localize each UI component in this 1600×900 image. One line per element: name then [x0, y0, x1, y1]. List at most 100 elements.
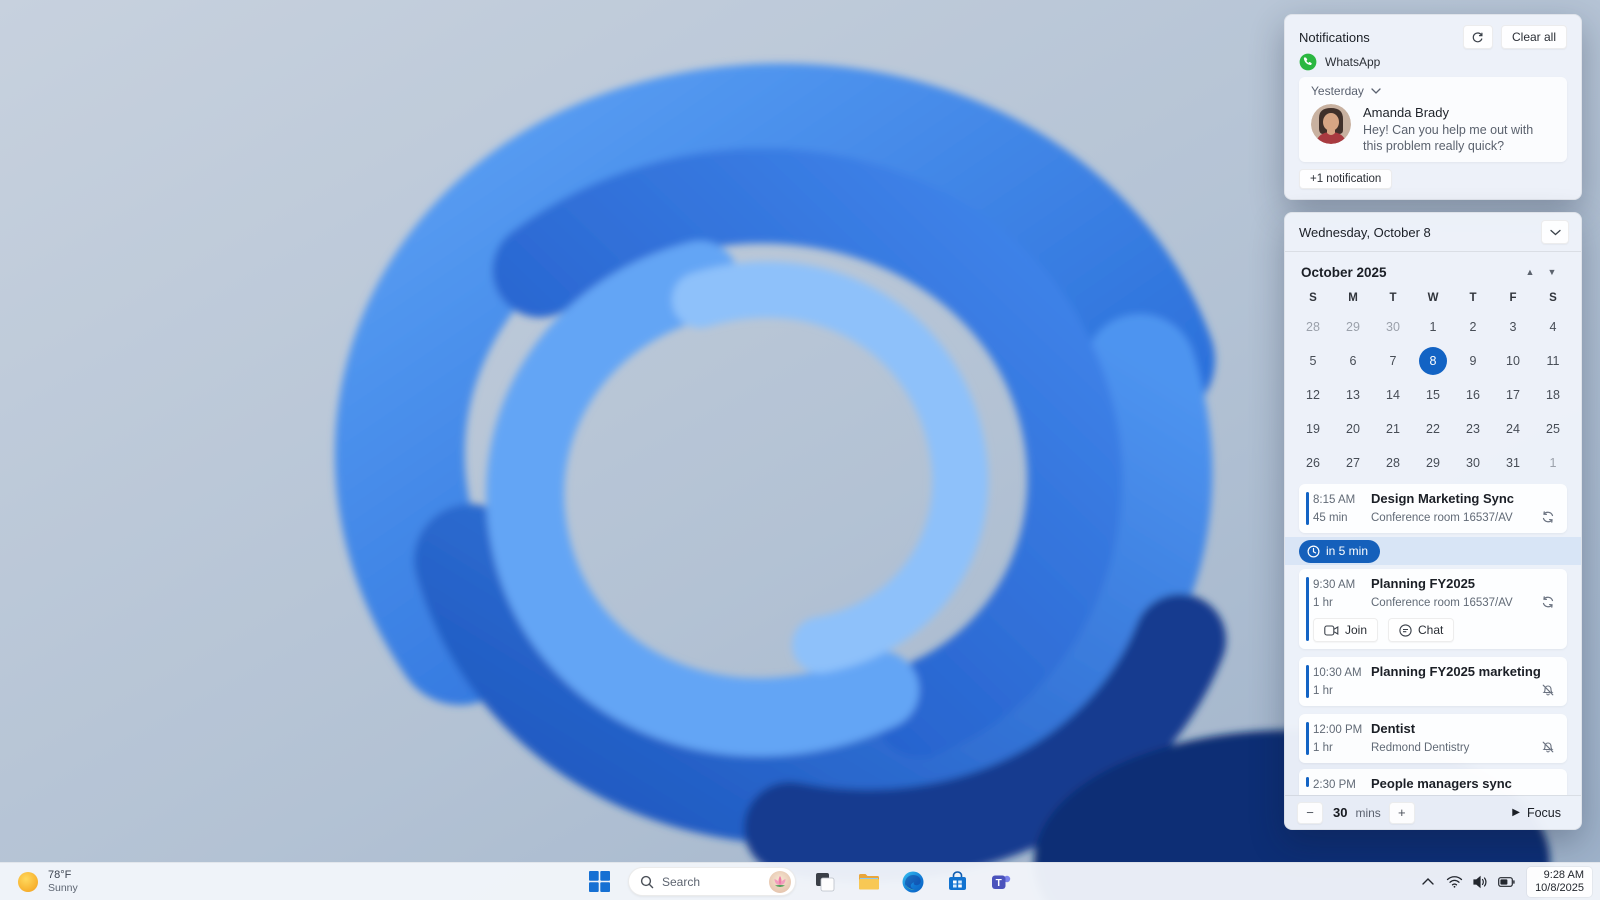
- search-placeholder: Search: [662, 874, 701, 889]
- notifications-header: Notifications Clear all: [1299, 25, 1567, 49]
- calendar-day[interactable]: 15: [1419, 381, 1447, 409]
- event-duration: 1 hr: [1313, 597, 1333, 609]
- video-camera-icon: [1324, 624, 1339, 636]
- task-view-button[interactable]: [810, 867, 840, 897]
- calendar-day[interactable]: 2: [1459, 313, 1487, 341]
- more-notifications-button[interactable]: +1 notification: [1299, 169, 1393, 189]
- calendar-day[interactable]: 18: [1539, 381, 1567, 409]
- calendar-day[interactable]: 28: [1299, 313, 1327, 341]
- calendar-day[interactable]: 1: [1419, 313, 1447, 341]
- event-card[interactable]: 12:00 PM Dentist 1 hr Redmond Dentistry: [1299, 714, 1567, 763]
- event-location: Conference room 16537/AV: [1371, 597, 1513, 609]
- event-location: Conference room 16537/AV: [1371, 512, 1513, 524]
- event-duration: 45 min: [1313, 512, 1348, 524]
- windows-logo-icon: [588, 871, 610, 892]
- file-explorer-button[interactable]: [854, 867, 884, 897]
- search-highlight-icon[interactable]: [768, 870, 792, 894]
- event-card[interactable]: 9:30 AM Planning FY2025 1 hr Conference …: [1299, 569, 1567, 649]
- store-button[interactable]: [942, 867, 972, 897]
- event-title: Planning FY2025: [1371, 576, 1476, 591]
- start-focus-button[interactable]: ▶ Focus: [1504, 803, 1569, 823]
- calendar-day[interactable]: 3: [1499, 313, 1527, 341]
- chat-button[interactable]: Chat: [1388, 618, 1455, 642]
- volume-icon[interactable]: [1469, 867, 1491, 897]
- calendar-day[interactable]: 28: [1379, 449, 1407, 477]
- event-time: 2:30 PM: [1313, 779, 1356, 791]
- search-box[interactable]: Search: [628, 867, 796, 896]
- calendar-day[interactable]: 22: [1419, 415, 1447, 443]
- scroll-up-icon[interactable]: ▲: [1519, 267, 1541, 277]
- calendar-day[interactable]: 17: [1499, 381, 1527, 409]
- event-accent-bar: [1306, 577, 1309, 641]
- teams-icon: T: [992, 875, 1011, 889]
- focus-duration-value: 30: [1333, 805, 1348, 820]
- calendar-day[interactable]: 30: [1459, 449, 1487, 477]
- calendar-day[interactable]: 26: [1299, 449, 1327, 477]
- calendar-day[interactable]: 29: [1339, 313, 1367, 341]
- weather-temperature: 78°F: [48, 869, 72, 881]
- calendar-day[interactable]: 29: [1419, 449, 1447, 477]
- event-card[interactable]: 2:30 PM People managers sync: [1299, 769, 1567, 795]
- calendar-date-header: Wednesday, October 8: [1299, 224, 1431, 240]
- calendar-day[interactable]: 12: [1299, 381, 1327, 409]
- calendar-day[interactable]: 9: [1459, 347, 1487, 375]
- battery-icon[interactable]: [1495, 867, 1517, 897]
- chevron-down-icon[interactable]: [1371, 88, 1381, 95]
- scroll-down-icon[interactable]: ▼: [1541, 267, 1563, 277]
- notification-card[interactable]: Yesterday Amanda Brady Hey! Can you help…: [1299, 77, 1567, 163]
- calendar-day[interactable]: 21: [1379, 415, 1407, 443]
- clear-all-button[interactable]: Clear all: [1500, 25, 1567, 49]
- calendar-day[interactable]: 7: [1379, 347, 1407, 375]
- start-button[interactable]: [584, 867, 614, 897]
- calendar-day-selected[interactable]: 8: [1419, 347, 1447, 375]
- collapse-calendar-button[interactable]: [1541, 220, 1569, 244]
- notification-app-group[interactable]: WhatsApp: [1299, 51, 1567, 72]
- wifi-icon[interactable]: [1443, 867, 1465, 897]
- event-card[interactable]: 8:15 AM Design Marketing Sync 45 min Con…: [1299, 484, 1567, 533]
- decrease-duration-button[interactable]: −: [1297, 801, 1323, 824]
- calendar-day[interactable]: 24: [1499, 415, 1527, 443]
- task-view-icon: [816, 872, 835, 891]
- notification-group-label[interactable]: Yesterday: [1311, 84, 1364, 98]
- tray-time: 9:28 AM: [1543, 868, 1584, 881]
- weather-widget[interactable]: 78°F Sunny: [10, 863, 84, 900]
- event-title: People managers sync: [1371, 776, 1512, 791]
- day-header: S: [1549, 292, 1557, 304]
- calendar-day[interactable]: 4: [1539, 313, 1567, 341]
- calendar-day[interactable]: 14: [1379, 381, 1407, 409]
- mute-icon: [1541, 683, 1557, 699]
- increase-duration-button[interactable]: +: [1388, 801, 1415, 824]
- calendar-day[interactable]: 25: [1539, 415, 1567, 443]
- file-explorer-icon: [859, 873, 879, 889]
- calendar-day[interactable]: 27: [1339, 449, 1367, 477]
- event-accent-bar: [1306, 722, 1309, 755]
- calendar-day[interactable]: 30: [1379, 313, 1407, 341]
- calendar-day[interactable]: 20: [1339, 415, 1367, 443]
- calendar-day[interactable]: 16: [1459, 381, 1487, 409]
- calendar-day[interactable]: 6: [1339, 347, 1367, 375]
- teams-button[interactable]: T: [986, 867, 1016, 897]
- event-card[interactable]: 10:30 AM Planning FY2025 marketing 1 hr: [1299, 657, 1567, 706]
- calendar-day[interactable]: 1: [1539, 449, 1567, 477]
- do-not-disturb-button[interactable]: [1462, 25, 1493, 49]
- mute-icon: [1541, 740, 1557, 756]
- system-tray: 9:28 AM 10/8/2025: [1417, 863, 1592, 900]
- day-header: T: [1469, 292, 1477, 304]
- chevron-down-icon: [1549, 229, 1561, 235]
- day-header: T: [1389, 292, 1397, 304]
- calendar-day[interactable]: 23: [1459, 415, 1487, 443]
- join-meeting-button[interactable]: Join: [1313, 618, 1379, 642]
- hidden-icons-button[interactable]: [1417, 867, 1439, 897]
- sun-icon: [18, 871, 38, 892]
- event-title: Planning FY2025 marketing: [1371, 664, 1541, 679]
- calendar-day[interactable]: 19: [1299, 415, 1327, 443]
- edge-button[interactable]: [898, 867, 928, 897]
- calendar-day[interactable]: 11: [1539, 347, 1567, 375]
- calendar-day[interactable]: 10: [1499, 347, 1527, 375]
- day-header: F: [1509, 292, 1517, 304]
- clock-tray-button[interactable]: 9:28 AM 10/8/2025: [1527, 866, 1592, 897]
- event-duration: 1 hr: [1313, 742, 1333, 754]
- calendar-day[interactable]: 13: [1339, 381, 1367, 409]
- calendar-day[interactable]: 31: [1499, 449, 1527, 477]
- calendar-day[interactable]: 5: [1299, 347, 1327, 375]
